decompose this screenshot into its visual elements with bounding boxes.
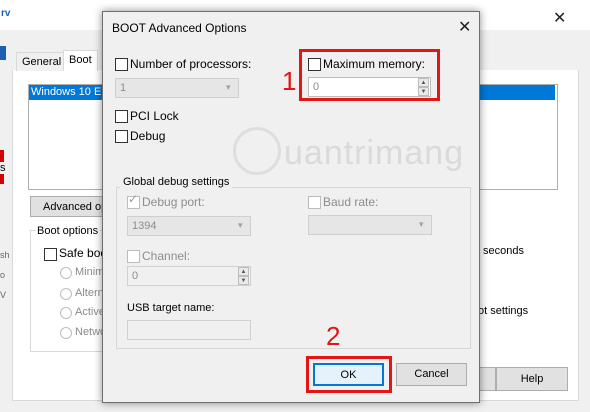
number-of-processors-label: Number of processors: [130, 57, 252, 71]
background-close-icon[interactable]: ✕ [553, 8, 566, 28]
channel-value: 0 [132, 270, 139, 282]
annotation-box-ok [306, 356, 392, 393]
radio-alternate-label: Altern [75, 287, 104, 299]
spin-down-icon[interactable]: ▼ [238, 276, 249, 285]
tab-general[interactable]: General [16, 52, 68, 71]
pci-lock-label: PCI Lock [130, 109, 179, 123]
pci-lock-checkbox[interactable] [115, 110, 128, 123]
debug-port-label: Debug port: [142, 195, 205, 209]
baud-rate-label: Baud rate: [323, 195, 379, 209]
radio-alternate[interactable] [60, 288, 72, 300]
cropped-left-text-3: V [0, 290, 7, 300]
debug-port-select[interactable]: 1394 [127, 216, 251, 236]
tab-boot[interactable]: Boot [63, 50, 98, 71]
dialog-title: BOOT Advanced Options [112, 21, 247, 35]
radio-network[interactable] [60, 327, 72, 339]
channel-input[interactable]: 0 [127, 266, 251, 286]
baud-rate-select[interactable] [308, 215, 432, 235]
safe-boot-checkbox[interactable] [44, 248, 57, 261]
app-title-initial: rv [1, 8, 11, 19]
watermark-logo-icon [233, 127, 281, 175]
boot-settings-label: ot settings [478, 305, 529, 317]
annotation-marker-1: 1 [282, 66, 297, 96]
cropped-left-text-1: sh [0, 250, 10, 260]
cropped-left-text: sh o V [0, 245, 10, 305]
help-button[interactable]: Help [496, 367, 568, 391]
channel-label: Channel: [142, 249, 191, 263]
global-debug-settings-label: Global debug settings [120, 176, 233, 188]
chevron-down-icon[interactable]: ▾ [419, 219, 424, 230]
debug-port-value: 1394 [132, 220, 157, 232]
check-icon: ✓ [128, 192, 139, 206]
number-of-processors-select[interactable]: 1 [115, 78, 239, 98]
dialog-close-icon[interactable]: ✕ [458, 17, 471, 37]
number-of-processors-value: 1 [120, 82, 127, 94]
background-button-partial[interactable] [478, 367, 496, 391]
number-of-processors-checkbox[interactable] [115, 58, 128, 71]
chevron-down-icon[interactable]: ▾ [238, 220, 243, 231]
radio-active[interactable] [60, 307, 72, 319]
chevron-down-icon[interactable]: ▾ [226, 82, 231, 93]
spin-up-icon[interactable]: ▲ [238, 267, 249, 276]
debug-label: Debug [130, 129, 166, 143]
watermark-text: uantrimang [284, 134, 465, 172]
usb-target-name-input[interactable] [127, 320, 251, 340]
channel-checkbox[interactable] [127, 250, 140, 263]
annotation-marker-2: 2 [326, 321, 341, 351]
cropped-button-text: s [0, 162, 6, 174]
baud-rate-checkbox[interactable] [308, 196, 321, 209]
timeout-seconds-label: seconds [483, 245, 524, 257]
radio-minimal[interactable] [60, 267, 72, 279]
cropped-left-text-2: o [0, 270, 6, 280]
cancel-button[interactable]: Cancel [396, 363, 467, 386]
safe-boot-label: Safe boo [59, 246, 108, 260]
radio-active-label: Active [75, 306, 105, 318]
tab-edge-strip [0, 46, 6, 60]
boot-options-label: Boot options [35, 225, 101, 237]
annotation-box-maximum-memory [299, 49, 440, 101]
debug-checkbox[interactable] [115, 130, 128, 143]
usb-target-name-label: USB target name: [127, 302, 215, 314]
